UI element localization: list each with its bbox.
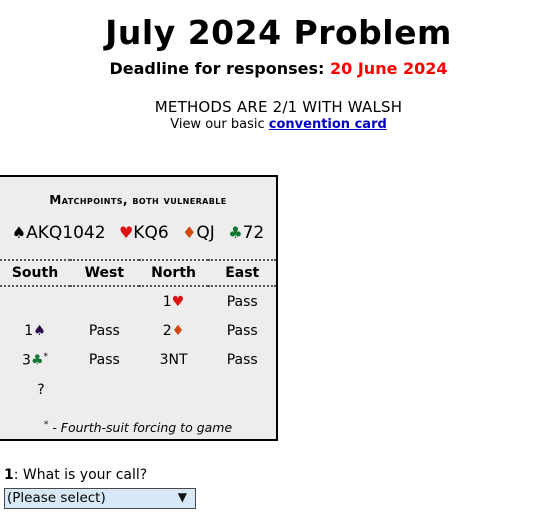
hand-suit-spades: ♠AKQ1042 [12, 223, 106, 243]
hand-cards-clubs: 72 [242, 223, 265, 243]
heart-icon: ♥ [118, 223, 134, 242]
answer-select-wrap: (Please select) ▼ [4, 487, 196, 509]
convention-card-link[interactable]: convention card [269, 117, 387, 132]
convention-prefix: View our basic [170, 116, 265, 132]
bid-east-3: Pass [226, 352, 258, 369]
question-prompt: : What is your call? [13, 467, 148, 483]
spade-icon: ♠ [33, 323, 46, 339]
question-block: 1: What is your call? (Please select) ▼ [4, 467, 404, 509]
bid-east-1: Pass [226, 294, 258, 310]
footnote-star: * [43, 419, 49, 430]
diamond-icon: ♦ [171, 323, 185, 339]
empty-cell [70, 375, 139, 404]
footnote: * - Fourth-suit forcing to game [0, 420, 276, 435]
deadline-date: 20 June 2024 [330, 58, 448, 78]
methods-line: METHODS ARE 2/1 WITH WALSH [154, 97, 403, 116]
bid-south-1 [0, 286, 70, 316]
bid-east-2: Pass [226, 323, 258, 339]
hand-suit-diamonds: ♦QJ [182, 223, 215, 243]
question-number: 1 [4, 467, 14, 483]
auction-col-south: South [0, 259, 71, 287]
conditions-label: Matchpoints, both vulnerable [49, 193, 227, 207]
auction-col-west: West [70, 259, 139, 287]
bid-west-2: Pass [88, 323, 120, 339]
bid-level: 2 [162, 323, 172, 339]
bid-level: 1 [24, 323, 34, 339]
auction-col-north: North [138, 259, 209, 287]
auction-row: 1♥ Pass [0, 286, 276, 316]
bid-north-3: 3NT [159, 352, 188, 369]
hand-cards-diamonds: QJ [196, 223, 215, 243]
empty-cell [139, 375, 209, 404]
page-title: July 2024 Problem [105, 13, 452, 52]
bid-north-2: 2♦ [139, 316, 209, 345]
club-icon: ♣ [30, 352, 44, 369]
bid-west-3: Pass [88, 352, 120, 369]
bid-south-3: 3♣* [0, 345, 70, 375]
bid-west-1 [70, 286, 139, 316]
hand-cards-hearts: KQ6 [133, 223, 169, 243]
answer-select[interactable]: (Please select) [4, 487, 196, 509]
spade-icon: ♠ [11, 223, 27, 242]
auction-row: 1♠ Pass 2♦ Pass [0, 316, 276, 345]
question-label: 1: What is your call? [4, 467, 404, 483]
auction-col-east: East [208, 259, 276, 287]
club-icon: ♣ [228, 223, 243, 242]
hand-suit-clubs: ♣72 [228, 223, 264, 243]
hand-display: ♠AKQ1042 ♥KQ6 ♦QJ ♣72 [0, 223, 276, 243]
hand-suit-hearts: ♥KQ6 [119, 223, 169, 243]
auction-row-your-turn: ? [0, 375, 276, 404]
problem-box: Matchpoints, both vulnerable ♠AKQ1042 ♥K… [0, 175, 278, 441]
empty-cell [208, 375, 276, 404]
your-turn-marker: ? [37, 381, 45, 398]
footnote-marker: * [43, 352, 49, 362]
footnote-text: - Fourth-suit forcing to game [52, 419, 233, 435]
auction-header-row: South West North East [0, 259, 276, 287]
hand-cards-spades: AKQ1042 [26, 223, 106, 243]
bid-north-1: 1♥ [139, 286, 209, 316]
bid-level: 3 [22, 352, 31, 369]
diamond-icon: ♦ [182, 223, 197, 242]
heart-icon: ♥ [171, 294, 185, 310]
auction-row: 3♣* Pass 3NT Pass [0, 345, 276, 375]
bid-level: 1 [162, 294, 172, 310]
auction-table: South West North East 1♥ Pass 1♠ Pass 2♦… [0, 259, 276, 404]
convention-card-line: View our basic convention card [0, 117, 557, 132]
bid-south-2: 1♠ [0, 316, 70, 345]
deadline-line: Deadline for responses: 20 June 2024 [0, 59, 557, 78]
deadline-label: Deadline for responses: [109, 58, 325, 78]
